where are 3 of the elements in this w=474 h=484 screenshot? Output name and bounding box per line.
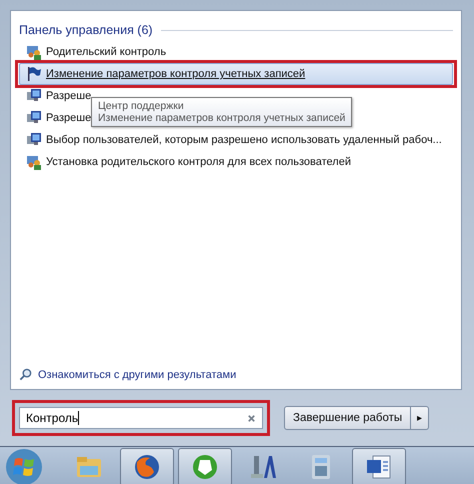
section-heading: Панель управления (6) [19,23,153,37]
tooltip-title: Центр поддержки [98,100,185,112]
tooltip-text: Изменение параметров контроля учетных записей [98,112,346,124]
